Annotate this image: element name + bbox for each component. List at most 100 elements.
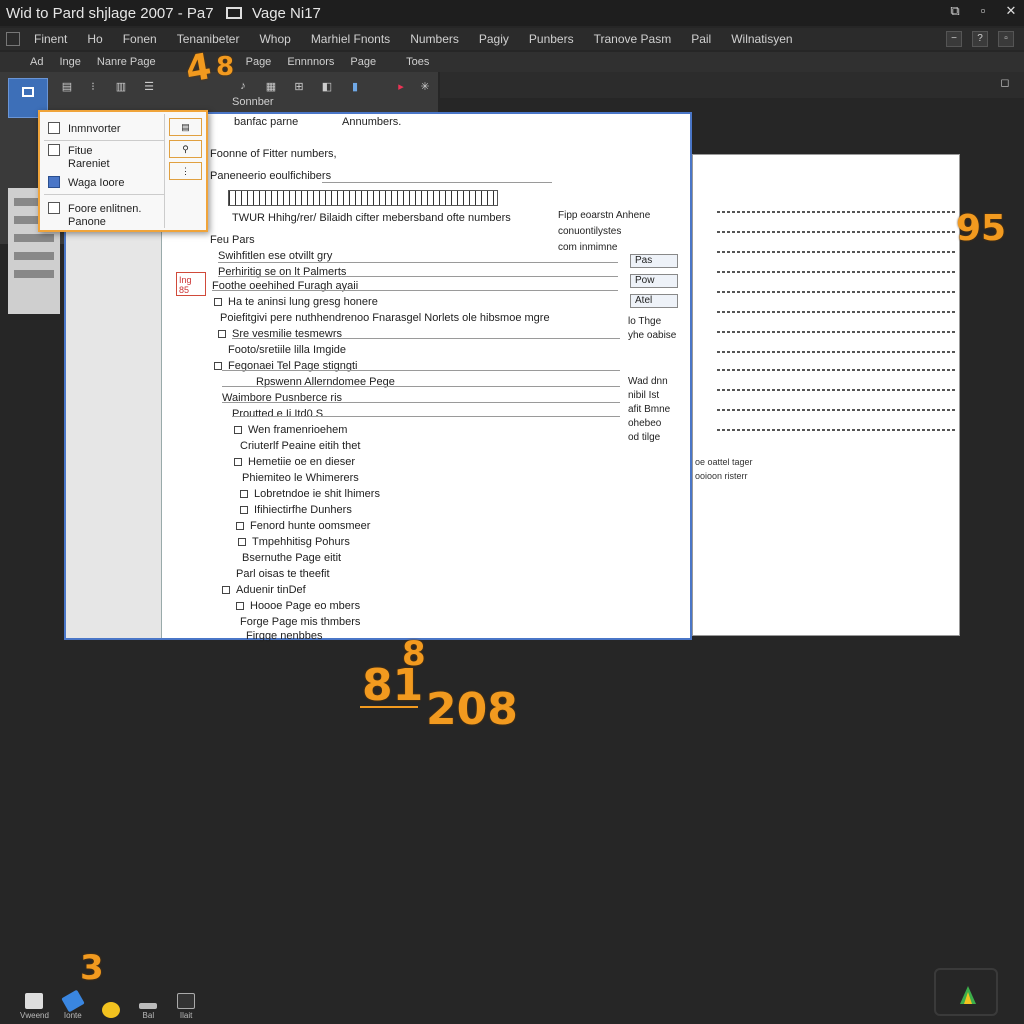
taskbar-item[interactable]: Ionte [59,989,87,1020]
menu-item[interactable]: Pagiy [479,32,509,46]
dropdown-separator [44,194,164,195]
text-line [717,211,957,213]
checkbox[interactable] [234,426,242,434]
checkbox[interactable] [214,298,222,306]
shape-icon [101,1002,120,1018]
side-box[interactable]: Pow [630,274,678,288]
page-break-icon[interactable]: ⊞ [290,80,308,94]
taskbar-item[interactable]: Ilait [172,993,200,1020]
preview-thumb[interactable]: ▤ [169,118,202,136]
menu-item[interactable]: Tenanibeter [177,32,240,46]
checkbox[interactable] [234,458,242,466]
align-icon[interactable]: ⁝ [84,80,102,94]
text-line [717,331,957,333]
expand-icon[interactable]: ◻ [996,76,1014,90]
text-line [717,389,957,391]
document-line: Foonne of Fitter numbers, [210,148,337,160]
checkbox[interactable] [238,538,246,546]
text-line [717,291,957,293]
columns-icon[interactable]: ▥ [112,80,130,94]
ribbon-collapse-icon[interactable]: − [946,31,962,47]
tab-page[interactable]: Page [246,56,272,68]
page2-text: ooioon risterr [695,471,748,481]
checkbox[interactable] [240,490,248,498]
menu-item[interactable]: Wilnatisyen [731,32,792,46]
divider [232,338,620,339]
list-icon[interactable]: ☰ [140,80,158,94]
title-bar: Wid to Pard shjlage 2007 - Pa7 Vage Ni17… [0,0,1024,26]
table-icon[interactable]: ▦ [262,80,280,94]
menu-item[interactable]: Pail [691,32,711,46]
checkbox[interactable] [240,506,248,514]
document-line: Feu Pars [210,234,255,246]
side-note: od tilge [628,432,661,443]
divider [222,370,620,371]
document-line: Aduenir tinDef [236,584,306,596]
checkbox[interactable] [214,362,222,370]
line-icon[interactable]: ▮ [346,80,364,94]
system-tray[interactable] [934,968,998,1016]
restore-icon[interactable]: ⧉ [948,4,962,18]
taskbar-item[interactable]: Vweend [20,993,49,1020]
music-icon[interactable]: ♪ [234,80,252,94]
window-controls: ⧉ ▫ ✕ [948,4,1018,18]
help-icon[interactable]: ? [972,31,988,47]
options-icon[interactable]: ▫ [998,31,1014,47]
menu-item[interactable]: Fonen [123,32,157,46]
text-line [717,409,957,411]
menu-item[interactable]: Numbers [410,32,459,46]
bar-icon [139,1003,158,1009]
sparkle-icon[interactable]: ✳ [416,80,434,94]
menu-item[interactable]: Whop [259,32,290,46]
text-line [717,351,957,353]
taskbar-item[interactable] [97,1002,125,1020]
close-icon[interactable]: ✕ [1004,4,1018,18]
tab-ad[interactable]: Ad [30,56,43,68]
callout-number: 95 [956,208,1007,249]
preview-thumb[interactable]: ⋮ [169,162,202,180]
side-note: lo Thge [628,316,662,327]
divider [218,262,618,263]
document-line: Ha te aninsi lung gresg honere [228,296,378,308]
minimize-icon[interactable]: ▫ [976,4,990,18]
format-icon[interactable]: ▤ [58,80,76,94]
highlighted-field[interactable]: Ing 85 [176,272,206,296]
side-note: nibil Ist [628,390,660,401]
dropdown-separator [44,140,164,141]
dropdown-preview: ▤ ⚲ ⋮ [164,114,206,228]
tab-nanre-page[interactable]: Nanre Page [97,56,156,68]
checkbox[interactable] [222,586,230,594]
window-title-text: Wid to Pard shjlage 2007 - Pa7 [6,4,214,22]
checkbox[interactable] [218,330,226,338]
checkbox[interactable] [236,522,244,530]
tab-ennnnors[interactable]: Ennnnors [287,56,334,68]
side-note: ohebeo [628,418,662,429]
header-label: banfac parne [234,116,299,128]
menu-item[interactable]: Punbers [529,32,574,46]
header-label-2: Annumbers. [342,116,402,128]
app-menu-icon[interactable] [6,32,20,46]
shape-icon[interactable]: ◧ [318,80,336,94]
document-page-2[interactable]: oe oattel tager ooioon risterr [692,154,960,636]
tab-inge[interactable]: Inge [59,56,80,68]
taskbar-item[interactable]: Bal [134,993,162,1020]
document-body[interactable]: banfac parne Annumbers. Foonne of Fitter… [162,114,690,642]
tab-page-2[interactable]: Page [350,56,376,68]
document-line: Proutted e Ii Itd0 S [232,408,324,420]
document-line: Bsernuthe Page eitit [242,552,342,564]
checkbox[interactable] [236,602,244,610]
menu-item[interactable]: Marhiel Fnonts [311,32,390,46]
menu-item[interactable]: Tranove Pasm [594,32,672,46]
side-box[interactable]: Atel [630,294,678,308]
tab-toes[interactable]: Toes [406,56,429,68]
document-line: Paneneerio eoulfichibers [210,170,332,182]
side-note: afit Bmne [628,404,671,415]
menu-bar: Finent Ho Fonen Tenanibeter Whop Marhiel… [0,28,1024,50]
menu-item[interactable]: Finent [34,32,67,46]
marker-icon[interactable]: ▸ [392,80,410,94]
side-box[interactable]: Pas [630,254,678,268]
preview-thumb[interactable]: ⚲ [169,140,202,158]
folder-icon [25,993,44,1009]
document-line: Tmpehhitisg Pohurs [252,536,350,548]
menu-item[interactable]: Ho [87,32,102,46]
